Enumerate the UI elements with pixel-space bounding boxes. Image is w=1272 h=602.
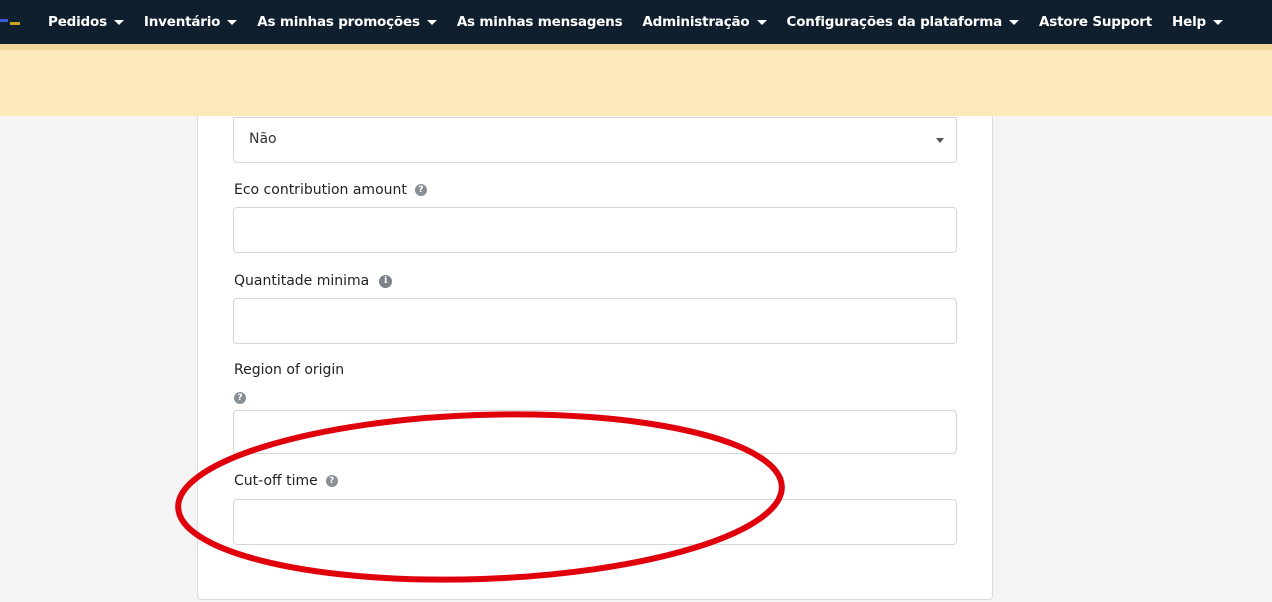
region-of-origin-label: Region of origin: [234, 362, 344, 378]
nav-item-label: Administração: [642, 14, 750, 30]
caret-down-icon: [113, 19, 124, 25]
nav-item-mensagens[interactable]: As minhas mensagens: [457, 14, 623, 30]
product-form-card: Não Eco contribution amount ? Quantitade…: [197, 116, 993, 600]
nav-item-pedidos[interactable]: Pedidos: [48, 14, 124, 30]
caret-down-icon: [1009, 19, 1020, 25]
nav-item-configuracoes[interactable]: Configurações da plataforma: [787, 14, 1020, 30]
nav-item-label: Astore Support: [1039, 14, 1153, 30]
logo[interactable]: [0, 19, 22, 25]
nav-item-promocoes[interactable]: As minhas promoções: [257, 14, 437, 30]
nav-item-help[interactable]: Help: [1172, 14, 1223, 30]
minimum-quantity-label: Quantitade minima i: [234, 273, 393, 289]
minimum-quantity-input[interactable]: [233, 298, 957, 344]
select-value: Não: [249, 131, 277, 147]
region-of-origin-label-text: Region of origin: [234, 362, 345, 378]
caret-down-icon: [756, 19, 767, 25]
eco-contribution-label: Eco contribution amount ?: [234, 182, 427, 198]
question-circle-icon[interactable]: ?: [325, 475, 338, 487]
nav-item-label: Help: [1172, 14, 1206, 30]
question-circle-icon[interactable]: ?: [234, 392, 246, 404]
caret-down-icon: [227, 19, 238, 25]
nav-item-astore-support[interactable]: Astore Support: [1039, 14, 1152, 30]
nav-item-label: Inventário: [143, 14, 221, 30]
nav-menu: Pedidos Inventário As minhas promoções A…: [48, 0, 1243, 44]
region-of-origin-input[interactable]: [233, 410, 957, 454]
caret-down-icon: [426, 19, 437, 25]
eco-contribution-input[interactable]: [233, 207, 957, 253]
nav-item-label: Pedidos: [48, 14, 107, 30]
notice-banner: [0, 44, 1272, 116]
nav-item-label: As minhas promoções: [257, 14, 420, 30]
cutoff-time-input[interactable]: [233, 499, 957, 545]
nav-item-inventario[interactable]: Inventário: [143, 14, 238, 30]
nav-item-label: As minhas mensagens: [456, 14, 623, 30]
minimum-quantity-label-text: Quantitade minima: [234, 273, 370, 289]
cutoff-time-label: Cut-off time ?: [234, 473, 338, 489]
nav-item-administracao[interactable]: Administração: [642, 14, 767, 30]
top-navigation-bar: Pedidos Inventário As minhas promoções A…: [0, 0, 1272, 44]
cutoff-time-label-text: Cut-off time: [234, 473, 318, 489]
question-circle-icon[interactable]: ?: [414, 184, 427, 196]
nav-item-label: Configurações da plataforma: [786, 14, 1003, 30]
info-circle-icon[interactable]: i: [379, 274, 393, 288]
caret-down-icon: [1212, 19, 1223, 25]
yes-no-select[interactable]: Não: [233, 117, 957, 163]
caret-down-icon: [936, 138, 944, 143]
eco-contribution-label-text: Eco contribution amount: [234, 182, 407, 198]
